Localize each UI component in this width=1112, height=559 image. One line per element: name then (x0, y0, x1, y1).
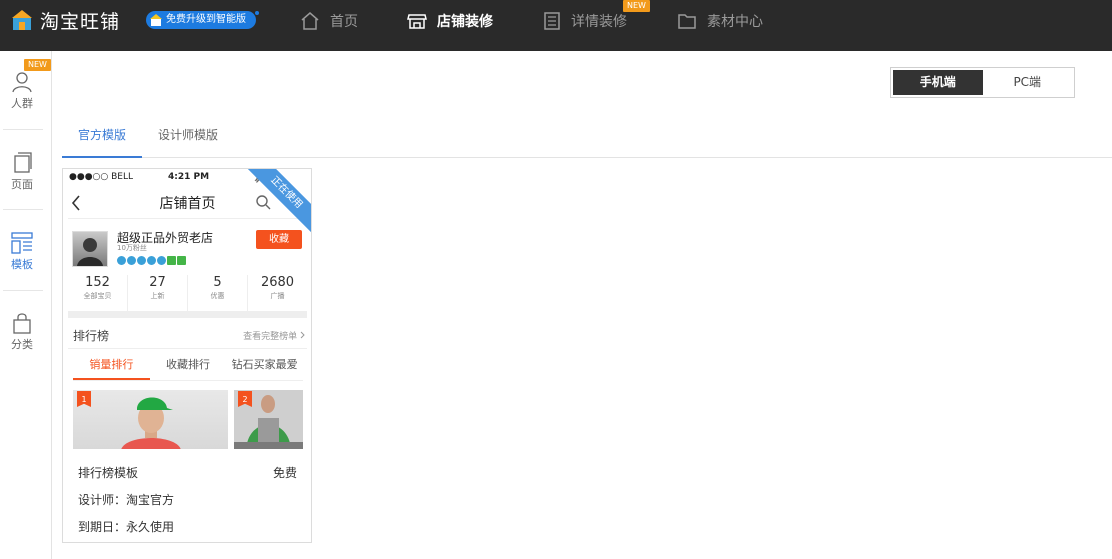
sidebar-item-label: 人群 (11, 97, 33, 110)
designer-value: 淘宝官方 (126, 493, 175, 507)
template-designer: 设计师：淘宝官方 (78, 491, 174, 508)
sidebar: 人群 NEW 页面 模板 分类 (0, 51, 52, 559)
template-price: 免费 (272, 466, 297, 480)
section-divider (68, 311, 307, 318)
nav-detail-decoration-label: 详情装修 (571, 14, 627, 30)
upgrade-icon (150, 14, 162, 26)
model-photo-icon (121, 397, 181, 449)
sidebar-item-audience[interactable]: 人群 (0, 71, 44, 151)
sidebar-item-category[interactable]: 分类 (0, 312, 44, 392)
sidebar-divider (3, 209, 43, 210)
rank-tab-sales: 销量排行 (73, 351, 150, 380)
sidebar-item-label: 页面 (11, 178, 33, 191)
mobile-toggle-button[interactable]: 手机端 (893, 70, 983, 95)
rank-tabs: 销量排行 收藏排行 钻石买家最爱 (73, 351, 303, 381)
phone-title-bar: 店铺首页 (68, 189, 307, 219)
stat-label: 广播 (270, 292, 285, 300)
stat-label: 优惠 (210, 292, 225, 300)
top-bar: 淘宝旺铺 免费升级到智能版 首页 店铺装修 详情装修 NEW 素材中心 (0, 0, 1112, 51)
stat-label: 全部宝贝 (83, 292, 112, 300)
shop-stats: 152 全部宝贝 27 上新 5 优惠 2680 广播 (68, 275, 307, 311)
sidebar-divider (3, 129, 43, 130)
stat-value: 152 (85, 275, 110, 290)
template-card[interactable]: ●●●○○ BELL 4:21 PM 店铺首页 超级正品外贸老店 10万粉丝 收… (62, 168, 312, 543)
bag-icon (13, 313, 31, 334)
phone-title: 店铺首页 (159, 196, 216, 212)
stat-item: 2680 广播 (248, 275, 307, 311)
shop-avatar (72, 231, 108, 267)
favorite-button: 收藏 (256, 230, 302, 249)
crown-icon (127, 256, 136, 265)
nav-material-center[interactable]: 素材中心 (677, 0, 763, 42)
carrier-text: ●●●○○ BELL (69, 172, 134, 182)
person-photo-icon (77, 238, 103, 266)
stat-item: 5 优惠 (188, 275, 248, 311)
crown-icon (117, 256, 126, 265)
stat-value: 5 (213, 275, 222, 290)
brand-logo[interactable]: 淘宝旺铺 (10, 8, 121, 33)
product-image: 2 (234, 390, 303, 449)
template-name: 排行榜模板 (78, 466, 139, 480)
shop-header: 超级正品外贸老店 10万粉丝 收藏 (68, 221, 307, 271)
chevron-right-icon (300, 331, 305, 339)
crown-icon (147, 256, 156, 265)
stat-item: 152 全部宝贝 (68, 275, 128, 311)
search-icon (256, 195, 271, 210)
wangpu-logo-icon (12, 10, 32, 30)
nav-store-decoration[interactable]: 店铺装修 (407, 0, 493, 42)
nav-home-label: 首页 (330, 14, 358, 30)
guarantee-icon (177, 256, 186, 265)
stat-label: 上新 (150, 292, 165, 300)
shop-rating-icons (117, 256, 186, 266)
shop-fans: 10万粉丝 (117, 244, 147, 252)
nav-material-center-label: 素材中心 (707, 14, 763, 30)
stat-value: 27 (149, 275, 166, 290)
stat-item: 27 上新 (128, 275, 188, 311)
store-icon (407, 14, 427, 29)
stat-value: 2680 (260, 275, 295, 290)
person-icon (12, 72, 32, 93)
template-tabs: 官方模版 设计师模版 (62, 118, 1112, 158)
tab-designer-templates[interactable]: 设计师模版 (158, 118, 218, 158)
upgrade-dot (255, 11, 259, 15)
template-expiry: 到期日：永久使用 (78, 518, 174, 535)
page-icon (14, 152, 32, 173)
upgrade-label: 免费升级到智能版 (166, 14, 246, 25)
folder-icon (678, 14, 696, 29)
template-preview: ●●●○○ BELL 4:21 PM 店铺首页 超级正品外贸老店 10万粉丝 收… (68, 169, 307, 449)
home-icon (301, 12, 319, 30)
sidebar-item-page[interactable]: 页面 (0, 152, 44, 232)
sidebar-item-template[interactable]: 模板 (0, 232, 44, 312)
pc-toggle-button[interactable]: PC端 (983, 70, 1073, 95)
rank-header: 排行榜 查看完整榜单 (68, 319, 307, 349)
document-icon (544, 12, 560, 30)
sidebar-divider (3, 290, 43, 291)
expiry-label: 到期日： (78, 520, 127, 534)
tab-official-templates[interactable]: 官方模版 (62, 118, 142, 158)
sidebar-new-badge: NEW (24, 59, 51, 71)
nav-store-decoration-label: 店铺装修 (437, 14, 493, 30)
rank-tab-diamond: 钻石买家最爱 (231, 358, 298, 371)
crown-icon (137, 256, 146, 265)
nav-detail-decoration[interactable]: 详情装修 (543, 0, 627, 42)
product-image: 1 (73, 390, 228, 449)
crown-icon (157, 256, 166, 265)
sidebar-item-label: 分类 (11, 338, 33, 351)
nav-home[interactable]: 首页 (300, 0, 358, 42)
rank-more-link: 查看完整榜单 (243, 329, 305, 342)
rank-title: 排行榜 (73, 329, 110, 343)
upgrade-button[interactable]: 免费升级到智能版 (146, 11, 256, 29)
seven-day-icon (167, 256, 176, 265)
rank-tab-favorites: 收藏排行 (166, 358, 210, 371)
template-icon (11, 232, 33, 254)
brand-name: 淘宝旺铺 (40, 10, 121, 33)
device-toggle: 手机端 PC端 (890, 67, 1075, 98)
sidebar-item-label: 模板 (11, 258, 33, 271)
expiry-value: 永久使用 (126, 520, 175, 534)
designer-label: 设计师： (78, 493, 127, 507)
nav-new-badge: NEW (623, 0, 650, 12)
rank-more-label: 查看完整榜单 (243, 332, 298, 342)
time-text: 4:21 PM (168, 172, 210, 182)
